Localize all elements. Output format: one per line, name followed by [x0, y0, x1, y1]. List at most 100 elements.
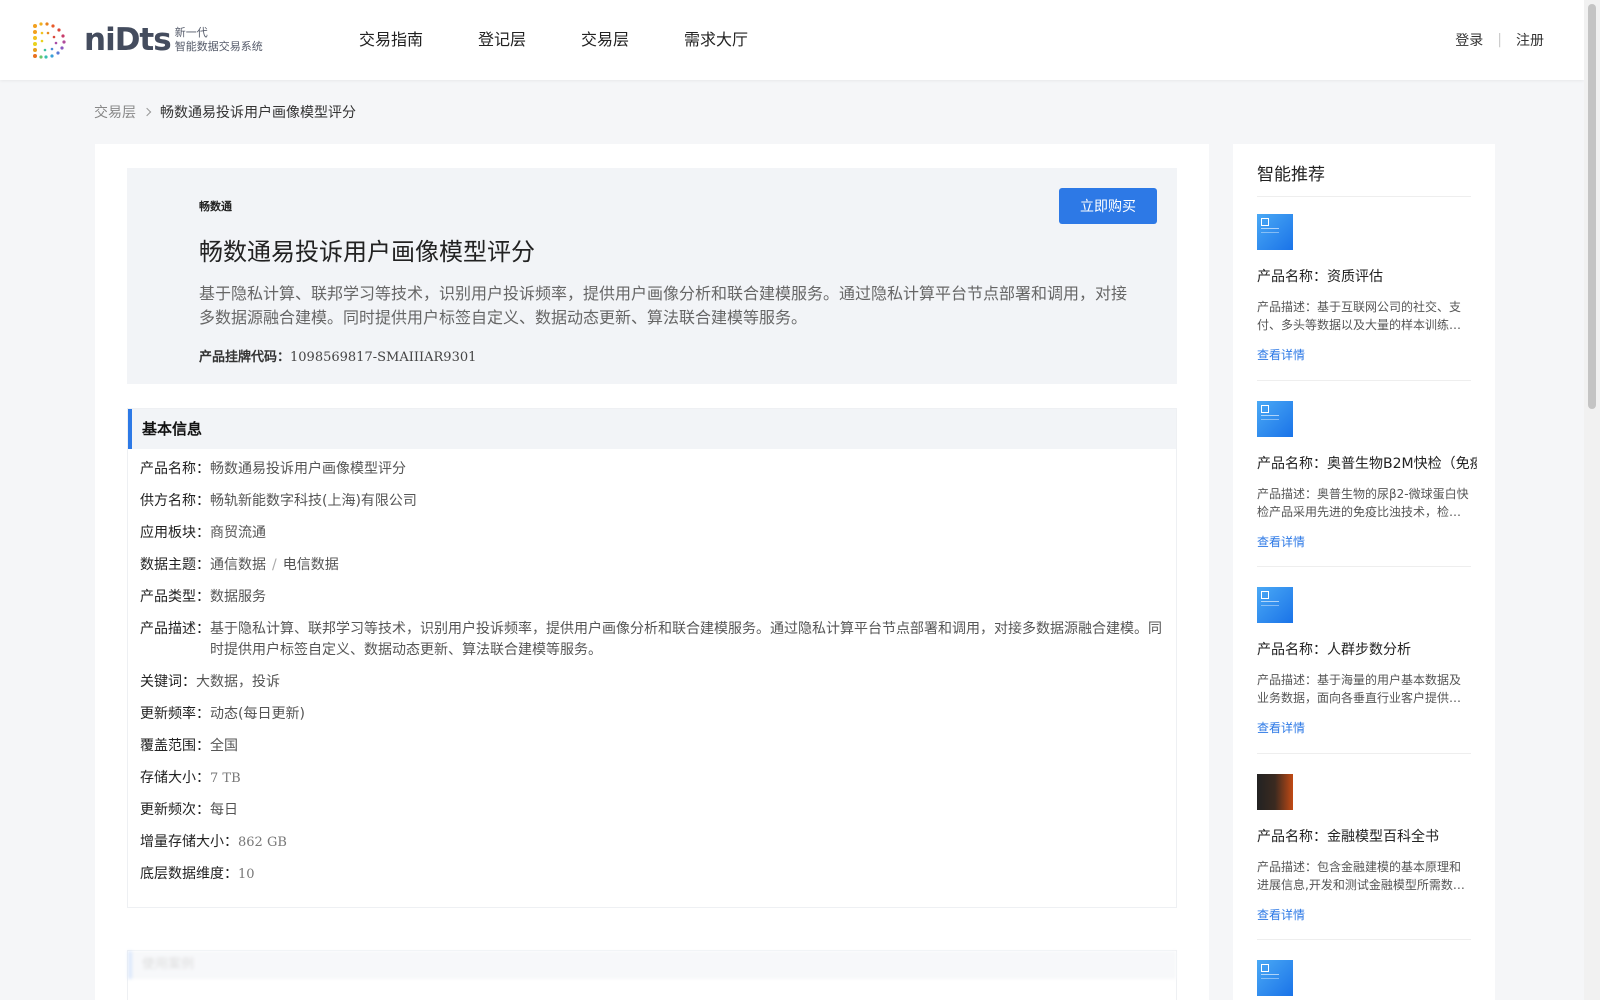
nav-registration-layer[interactable]: 登记层 [478, 0, 526, 80]
view-details-link[interactable]: 查看详情 [1257, 346, 1471, 363]
info-value: 畅轨新能数字科技(上海)有限公司 [210, 493, 417, 509]
info-row-description: 产品描述： 基于隐私计算、联邦学习等技术，识别用户投诉频率，提供用户画像分析和联… [140, 619, 1176, 661]
info-row-sector: 应用板块： 商贸流通 [140, 523, 1176, 544]
scrollbar-thumb[interactable] [1588, 4, 1596, 409]
info-row-coverage: 覆盖范围： 全国 [140, 736, 1176, 757]
nav-demand-hall[interactable]: 需求大厅 [684, 0, 748, 80]
info-key: 产品名称： [140, 461, 210, 477]
listing-code-value: 1098569817-SMAIIIAR9301 [290, 350, 477, 365]
info-row-supplier: 供方名称： 畅轨新能数字科技(上海)有限公司 [140, 491, 1176, 512]
chevron-right-icon [142, 107, 152, 117]
info-value: 862 GB [238, 835, 287, 850]
info-value: 动态(每日更新) [210, 706, 305, 722]
recommend-card: 产品名称：奥普生物B2M快检（免疫 产品描述：奥普生物的尿β2-微球蛋白快检产品… [1257, 401, 1477, 567]
breadcrumb-current: 畅数通易投诉用户画像模型评分 [160, 105, 356, 121]
info-key: 增量存储大小： [140, 834, 238, 850]
view-details-link[interactable]: 查看详情 [1257, 906, 1471, 923]
breadcrumb: 交易层 畅数通易投诉用户画像模型评分 [94, 102, 356, 122]
card-divider [1257, 753, 1471, 754]
logo-sub-line2: 智能数据交易系统 [174, 40, 263, 53]
card-divider [1257, 566, 1471, 567]
sidebar-divider [1257, 196, 1471, 197]
product-thumbnail[interactable] [1257, 214, 1293, 250]
nav-trade-guide[interactable]: 交易指南 [359, 0, 423, 80]
info-row-update-rate: 更新频次： 每日 [140, 800, 1176, 821]
info-key: 存储大小： [140, 770, 210, 786]
register-link[interactable]: 注册 [1516, 30, 1544, 50]
info-value: 10 [238, 867, 255, 882]
info-key: 覆盖范围： [140, 738, 210, 754]
listing-code-label: 产品挂牌代码： [199, 350, 291, 365]
basic-info-heading: 基本信息 [128, 409, 1176, 449]
info-key: 数据主题： [140, 557, 210, 573]
main-nav: 交易指南 登记层 交易层 需求大厅 [359, 0, 803, 80]
recommend-description: 产品描述：基于海量的用户基本数据及业务数据，面向各垂直行业客户提供分析服务 [1257, 673, 1462, 705]
recommend-card: 产品名称：资质评估 产品描述：基于互联网公司的社交、支付、多头等数据以及大量的样… [1257, 214, 1471, 381]
info-value: 数据服务 [210, 589, 266, 605]
card-divider [1257, 380, 1471, 381]
logo-subtitle: 新一代 智能数据交易系统 [175, 26, 263, 54]
login-link[interactable]: 登录 [1455, 30, 1483, 50]
view-details-link[interactable]: 查看详情 [1257, 533, 1471, 550]
basic-info-section: 基本信息 产品名称： 畅数通易投诉用户画像模型评分 供方名称： 畅轨新能数字科技… [127, 408, 1177, 908]
info-key: 更新频率： [140, 706, 210, 722]
site-logo[interactable]: niDts 新一代 智能数据交易系统 [30, 20, 263, 60]
info-row-dimension: 底层数据维度： 10 [140, 864, 1176, 885]
info-value: 畅数通易投诉用户画像模型评分 [210, 461, 406, 477]
logo-sub-line1: 新一代 [174, 26, 208, 39]
topic-value-1: 通信数据 [210, 557, 266, 573]
info-row-type: 产品类型： 数据服务 [140, 587, 1176, 608]
sidebar-title: 智能推荐 [1257, 165, 1325, 185]
info-row-update-frequency: 更新频率： 动态(每日更新) [140, 704, 1176, 725]
card-divider [1257, 939, 1471, 940]
info-value: 通信数据 / 电信数据 [210, 555, 339, 576]
buy-now-button[interactable]: 立即购买 [1059, 188, 1157, 224]
supplier-tag: 畅数通 [199, 200, 232, 213]
top-header: niDts 新一代 智能数据交易系统 交易指南 登记层 交易层 需求大厅 登录 … [0, 0, 1584, 80]
info-value: 每日 [210, 802, 238, 818]
info-row-keywords: 关键词： 大数据，投诉 [140, 672, 1176, 693]
info-key: 供方名称： [140, 493, 210, 509]
product-hero: 畅数通 立即购买 畅数通易投诉用户画像模型评分 基于隐私计算、联邦学习等技术，识… [127, 168, 1177, 384]
product-description: 基于隐私计算、联邦学习等技术，识别用户投诉频率，提供用户画像分析和联合建模服务。… [199, 284, 1128, 327]
info-key: 更新频次： [140, 802, 210, 818]
recommend-description: 产品描述：包含金融建模的基本原理和进展信息,开发和测试金融模型所需数据与方法 [1257, 860, 1465, 892]
auth-separator: | [1497, 32, 1502, 48]
info-key: 应用板块： [140, 525, 210, 541]
auth-links: 登录 | 注册 [1455, 0, 1544, 80]
logo-wordmark: niDts [84, 22, 172, 58]
topic-separator: / [272, 557, 277, 573]
info-row-incremental-storage: 增量存储大小： 862 GB [140, 832, 1176, 853]
recommend-description: 产品描述：基于互联网公司的社交、支付、多头等数据以及大量的样本训练出的评估模型 [1257, 300, 1462, 332]
info-value: 商贸流通 [210, 525, 266, 541]
info-row-topic: 数据主题： 通信数据 / 电信数据 [140, 555, 1176, 576]
breadcrumb-trading-layer[interactable]: 交易层 [94, 102, 136, 122]
info-key: 底层数据维度： [140, 866, 238, 882]
recommend-description: 产品描述：奥普生物的尿β2-微球蛋白快检产品采用先进的免疫比浊技术，检测迅速准确 [1257, 487, 1469, 519]
topic-value-2: 电信数据 [282, 557, 339, 573]
view-details-link[interactable]: 查看详情 [1257, 719, 1471, 736]
recommendation-sidebar: 智能推荐 产品名称：资质评估 产品描述：基于互联网公司的社交、支付、多头等数据以… [1233, 144, 1495, 1000]
recommend-name[interactable]: 产品名称：资质评估 [1257, 266, 1477, 286]
product-thumbnail[interactable] [1257, 401, 1293, 437]
info-value: 7 TB [210, 771, 241, 786]
info-row-product-name: 产品名称： 畅数通易投诉用户画像模型评分 [140, 459, 1176, 480]
product-title: 畅数通易投诉用户画像模型评分 [199, 238, 535, 266]
recommend-card: 产品名称：金融模型百科全书 产品描述：包含金融建模的基本原理和进展信息,开发和测… [1257, 774, 1471, 940]
recommend-card: 产品名称：人群步数分析 产品描述：基于海量的用户基本数据及业务数据，面向各垂直行… [1257, 587, 1471, 754]
nav-trading-layer[interactable]: 交易层 [581, 0, 629, 80]
recommend-name[interactable]: 产品名称：金融模型百科全书 [1257, 826, 1477, 846]
logo-mark-icon [33, 22, 66, 59]
info-value: 基于隐私计算、联邦学习等技术，识别用户投诉频率，提供用户画像分析和联合建模服务。… [210, 621, 1162, 658]
listing-code: 产品挂牌代码：1098569817-SMAIIIAR9301 [199, 346, 476, 365]
recommend-name[interactable]: 产品名称：奥普生物B2M快检（免疫 [1257, 453, 1477, 473]
info-key: 产品类型： [140, 589, 210, 605]
page-scrollbar[interactable] [1584, 0, 1600, 1000]
book-thumbnail[interactable] [1257, 774, 1293, 810]
product-thumbnail[interactable] [1257, 960, 1293, 996]
product-thumbnail[interactable] [1257, 587, 1293, 623]
recommend-name[interactable]: 产品名称：人群步数分析 [1257, 639, 1477, 659]
product-detail-panel: 畅数通 立即购买 畅数通易投诉用户画像模型评分 基于隐私计算、联邦学习等技术，识… [95, 144, 1209, 1000]
recommend-card-partial [1257, 960, 1471, 996]
info-value: 全国 [210, 738, 238, 754]
